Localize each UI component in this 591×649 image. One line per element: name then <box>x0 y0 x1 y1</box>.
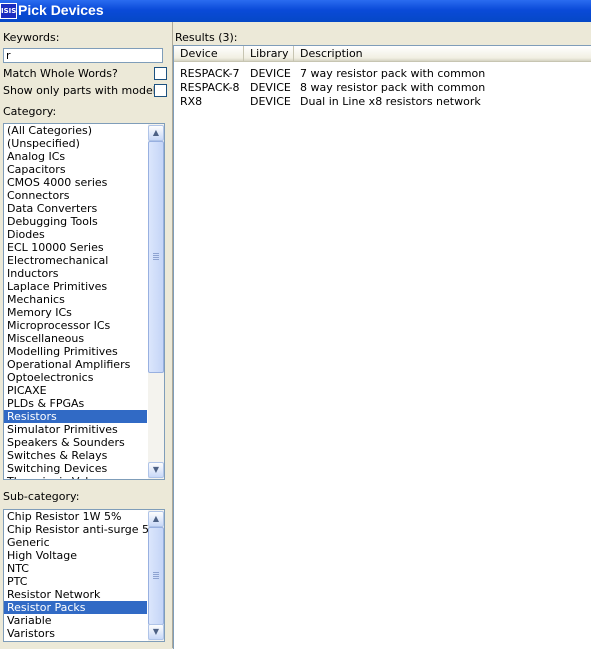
category-scroll-thumb[interactable] <box>148 141 164 373</box>
category-list-item[interactable]: CMOS 4000 series <box>4 176 147 189</box>
keywords-label: Keywords: <box>3 31 60 44</box>
result-device: RX8 <box>180 95 203 108</box>
scrollbar-grip-icon <box>153 253 159 260</box>
keywords-field[interactable] <box>3 48 163 63</box>
category-label: Category: <box>3 105 57 118</box>
category-items: (All Categories) (Unspecified) Analog ICs C… <box>4 124 147 479</box>
category-list-item[interactable]: Speakers & Sounders <box>4 436 147 449</box>
results-header: Device Library Description <box>174 46 591 63</box>
result-description: 7 way resistor pack with common <box>300 67 486 80</box>
category-list-item[interactable]: Debugging Tools <box>4 215 147 228</box>
category-list-item[interactable]: Memory ICs <box>4 306 147 319</box>
result-library: DEVICE <box>250 67 291 80</box>
result-row[interactable]: RX8 DEVICE Dual in Line x8 resistors net… <box>174 95 591 109</box>
column-header-device[interactable]: Device <box>174 46 244 62</box>
category-list-item[interactable]: Diodes <box>4 228 147 241</box>
category-list-item[interactable]: Operational Amplifiers <box>4 358 147 371</box>
scrollbar-grip-icon <box>153 572 159 579</box>
scroll-down-arrow-icon[interactable]: ▼ <box>148 462 164 478</box>
category-list-item[interactable]: Simulator Primitives <box>4 423 147 436</box>
subcategory-list-item[interactable]: Generic <box>4 536 147 549</box>
subcategory-scrollbar[interactable]: ▲ ▼ <box>148 510 164 641</box>
result-description: 8 way resistor pack with common <box>300 81 486 94</box>
result-description: Dual in Line x8 resistors network <box>300 95 481 108</box>
result-library: DEVICE <box>250 81 291 94</box>
result-library: DEVICE <box>250 95 291 108</box>
scroll-up-arrow-icon[interactable]: ▲ <box>148 125 164 141</box>
subcategory-list-item[interactable]: PTC <box>4 575 147 588</box>
subcategory-list-item[interactable]: Varistors <box>4 627 147 640</box>
result-row[interactable]: RESPACK-8 DEVICE 8 way resistor pack wit… <box>174 81 591 95</box>
subcategory-list-item[interactable]: Resistor Network <box>4 588 147 601</box>
title-bar[interactable]: ISIS Pick Devices <box>0 0 591 22</box>
subcategory-list-item[interactable]: Resistor Packs <box>4 601 147 614</box>
only-models-label: Show only parts with models? <box>3 84 168 97</box>
category-list-item[interactable]: Switching Devices <box>4 462 147 475</box>
keywords-input[interactable] <box>6 49 160 62</box>
category-list-item[interactable]: Mechanics <box>4 293 147 306</box>
subcategory-list-item[interactable]: Chip Resistor 1W 5% <box>4 510 147 523</box>
category-list-item[interactable]: Modelling Primitives <box>4 345 147 358</box>
category-list-item[interactable]: PICAXE <box>4 384 147 397</box>
results-label: Results (3): <box>175 31 238 44</box>
category-list-item[interactable]: Inductors <box>4 267 147 280</box>
category-list-item[interactable]: Microprocessor ICs <box>4 319 147 332</box>
category-list-item[interactable]: Connectors <box>4 189 147 202</box>
column-header-library[interactable]: Library <box>244 46 294 62</box>
match-whole-words-label: Match Whole Words? <box>3 67 118 80</box>
category-list-item[interactable]: Data Converters <box>4 202 147 215</box>
app-icon: ISIS <box>0 3 17 19</box>
subcategory-items: Chip Resistor 1W 5% Chip Resistor anti-su… <box>4 510 159 640</box>
category-list-item[interactable]: Optoelectronics <box>4 371 147 384</box>
scroll-up-arrow-icon[interactable]: ▲ <box>148 511 164 527</box>
category-list-item[interactable]: Electromechanical <box>4 254 147 267</box>
category-list-item[interactable]: Miscellaneous <box>4 332 147 345</box>
subcategory-scroll-thumb[interactable] <box>148 527 164 625</box>
category-list-item[interactable]: (All Categories) <box>4 124 147 137</box>
category-list-item[interactable]: Switches & Relays <box>4 449 147 462</box>
category-list-item[interactable]: ECL 10000 Series <box>4 241 147 254</box>
category-list-item[interactable]: PLDs & FPGAs <box>4 397 147 410</box>
column-header-description[interactable]: Description <box>294 46 591 62</box>
results-table[interactable]: Device Library Description RESPACK-7 DEV… <box>173 45 591 649</box>
category-list-item[interactable]: Laplace Primitives <box>4 280 147 293</box>
category-list-item[interactable]: Thermionic Valves <box>4 475 147 479</box>
result-device: RESPACK-8 <box>180 81 240 94</box>
subcategory-label: Sub-category: <box>3 490 80 503</box>
subcategory-list-item[interactable]: High Voltage <box>4 549 147 562</box>
match-whole-words-checkbox[interactable] <box>154 67 167 80</box>
result-row[interactable]: RESPACK-7 DEVICE 7 way resistor pack wit… <box>174 67 591 81</box>
window-title: Pick Devices <box>18 2 104 18</box>
category-list-item[interactable]: Resistors <box>4 410 147 423</box>
category-list-item[interactable]: Capacitors <box>4 163 147 176</box>
category-list-item[interactable]: (Unspecified) <box>4 137 147 150</box>
subcategory-listbox[interactable]: Chip Resistor 1W 5% Chip Resistor anti-su… <box>3 509 165 642</box>
scroll-down-arrow-icon[interactable]: ▼ <box>148 624 164 640</box>
category-listbox[interactable]: (All Categories) (Unspecified) Analog ICs C… <box>3 123 165 480</box>
subcategory-list-item[interactable]: NTC <box>4 562 147 575</box>
subcategory-list-item[interactable]: Variable <box>4 614 147 627</box>
result-device: RESPACK-7 <box>180 67 240 80</box>
category-scrollbar[interactable]: ▲ ▼ <box>148 124 164 479</box>
only-models-checkbox[interactable] <box>154 84 167 97</box>
subcategory-list-item[interactable]: Chip Resistor anti-surge 5% <box>4 523 159 536</box>
category-list-item[interactable]: Analog ICs <box>4 150 147 163</box>
